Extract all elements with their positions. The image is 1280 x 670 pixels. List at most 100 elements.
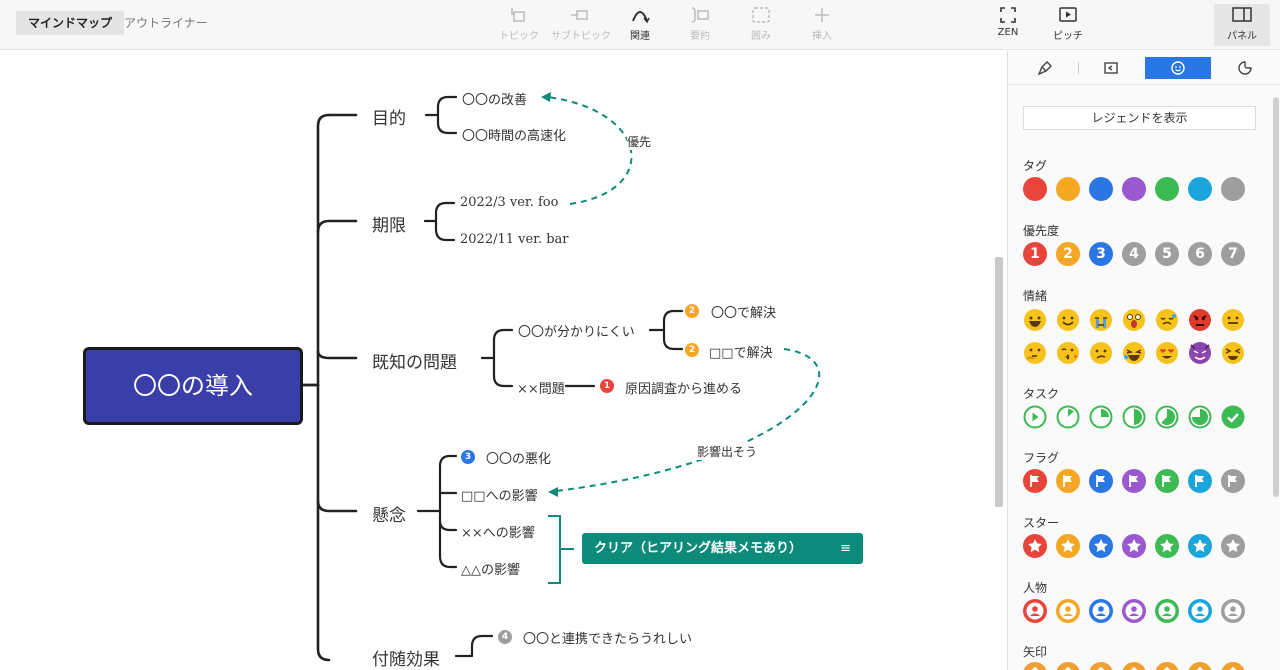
zen-button[interactable]: ZEN xyxy=(980,4,1036,46)
arrow-0-icon[interactable] xyxy=(1023,662,1047,670)
shocked-icon[interactable] xyxy=(1122,308,1146,332)
subtopic-ver-bar[interactable]: 2022/11 ver. bar xyxy=(460,232,569,247)
branch-concerns[interactable]: 懸念 xyxy=(372,501,406,526)
devil-icon[interactable] xyxy=(1188,341,1212,365)
canvas-scrollbar[interactable] xyxy=(995,257,1003,507)
rofl-icon[interactable] xyxy=(1122,341,1146,365)
subtopic-solve-oo[interactable]: 〇〇で解決 xyxy=(711,302,776,321)
flag-6-icon[interactable] xyxy=(1221,469,1245,493)
flag-2-icon[interactable] xyxy=(1089,469,1113,493)
flag-3-icon[interactable] xyxy=(1122,469,1146,493)
star-1-icon[interactable] xyxy=(1056,534,1080,558)
person-1-icon[interactable] xyxy=(1056,599,1080,623)
subtopic-improve[interactable]: 〇〇の改善 xyxy=(462,89,527,108)
star-4-icon[interactable] xyxy=(1155,534,1179,558)
crying-icon[interactable] xyxy=(1089,308,1113,332)
subtopic-investigate-cause[interactable]: 原因調査から進める xyxy=(625,378,742,397)
relationship-label-priority[interactable]: 優先 xyxy=(627,133,652,150)
arrow-5-icon[interactable] xyxy=(1188,662,1212,670)
star-3-icon[interactable] xyxy=(1122,534,1146,558)
subtopic-xx-problem[interactable]: ××問題 xyxy=(517,378,565,397)
subtopic-worsening[interactable]: 〇〇の悪化 xyxy=(486,448,551,467)
show-legend-button[interactable]: レジェンドを表示 xyxy=(1023,106,1256,130)
pitch-button[interactable]: ピッチ xyxy=(1040,4,1096,46)
tired-icon[interactable] xyxy=(1155,308,1179,332)
summary-topic[interactable]: クリア（ヒアリング結果メモあり） ≡ xyxy=(582,533,863,564)
arrow-6-icon[interactable] xyxy=(1221,662,1245,670)
task-progress-5-icon[interactable] xyxy=(1188,405,1212,429)
flag-4-icon[interactable] xyxy=(1155,469,1179,493)
insert-button[interactable]: 挿入 xyxy=(794,4,850,46)
angry-icon[interactable] xyxy=(1188,308,1212,332)
summary-button[interactable]: 要約 xyxy=(672,4,728,46)
tab-mindmap[interactable]: マインドマップ xyxy=(16,11,125,35)
heart-eyes-icon[interactable] xyxy=(1155,341,1179,365)
panel-button[interactable]: パネル xyxy=(1214,4,1270,46)
subtopic-integration[interactable]: 〇〇と連携できたらうれしい xyxy=(523,628,692,647)
person-2-icon[interactable] xyxy=(1089,599,1113,623)
task-progress-0-icon[interactable] xyxy=(1023,405,1047,429)
topic-button[interactable]: トピック xyxy=(491,4,547,46)
priority-3-icon[interactable]: 3 xyxy=(1089,242,1113,266)
branch-issues[interactable]: 既知の問題 xyxy=(372,348,457,373)
neutral-icon[interactable] xyxy=(1221,308,1245,332)
panel-scrollbar[interactable] xyxy=(1273,97,1279,497)
flag-0-icon[interactable] xyxy=(1023,469,1047,493)
priority-4-icon[interactable]: 4 xyxy=(1122,242,1146,266)
tab-outliner[interactable]: アウトライナー xyxy=(112,11,220,35)
boundary-button[interactable]: 囲み xyxy=(733,4,789,46)
priority-2-icon[interactable]: 2 xyxy=(1056,242,1080,266)
subtopic-box-impact[interactable]: □□への影響 xyxy=(461,485,538,504)
task-progress-3-icon[interactable] xyxy=(1122,405,1146,429)
task-progress-1-icon[interactable] xyxy=(1056,405,1080,429)
person-6-icon[interactable] xyxy=(1221,599,1245,623)
mindmap-canvas[interactable]: 〇〇の導入 目的 期限 既知の問題 懸念 付随効果 〇〇の改善 〇〇時間の高速化… xyxy=(0,51,1006,670)
smile-icon[interactable] xyxy=(1056,308,1080,332)
star-6-icon[interactable] xyxy=(1221,534,1245,558)
priority-1-icon[interactable]: 1 xyxy=(1023,242,1047,266)
tag-color-2-icon[interactable] xyxy=(1089,177,1113,201)
thinking-icon[interactable] xyxy=(1023,341,1047,365)
subtopic-triangle-impact[interactable]: △△の影響 xyxy=(461,559,520,578)
priority-7-icon[interactable]: 7 xyxy=(1221,242,1245,266)
star-0-icon[interactable] xyxy=(1023,534,1047,558)
tag-color-5-icon[interactable] xyxy=(1188,177,1212,201)
tag-color-1-icon[interactable] xyxy=(1056,177,1080,201)
branch-side-effects[interactable]: 付随効果 xyxy=(372,645,440,670)
person-3-icon[interactable] xyxy=(1122,599,1146,623)
person-5-icon[interactable] xyxy=(1188,599,1212,623)
tag-color-0-icon[interactable] xyxy=(1023,177,1047,201)
task-progress-6-icon[interactable] xyxy=(1221,405,1245,429)
arrow-3-icon[interactable] xyxy=(1122,662,1146,670)
central-topic[interactable]: 〇〇の導入 xyxy=(83,347,303,425)
tag-color-6-icon[interactable] xyxy=(1221,177,1245,201)
star-5-icon[interactable] xyxy=(1188,534,1212,558)
grin-icon[interactable] xyxy=(1023,308,1047,332)
tag-color-4-icon[interactable] xyxy=(1155,177,1179,201)
flag-1-icon[interactable] xyxy=(1056,469,1080,493)
subtopic-button[interactable]: サブトピック xyxy=(551,4,611,46)
subtopic-xx-impact[interactable]: ××への影響 xyxy=(461,522,535,541)
relationship-button[interactable]: 関連 xyxy=(612,4,668,46)
relationship-label-impact[interactable]: 影響出そう xyxy=(697,443,758,460)
tab-pitch[interactable] xyxy=(1078,57,1144,79)
priority-6-icon[interactable]: 6 xyxy=(1188,242,1212,266)
tab-style[interactable] xyxy=(1012,57,1078,79)
tab-stickers[interactable] xyxy=(1212,57,1278,79)
person-0-icon[interactable] xyxy=(1023,599,1047,623)
confused-icon[interactable] xyxy=(1089,341,1113,365)
arrow-4-icon[interactable] xyxy=(1155,662,1179,670)
arrow-2-icon[interactable] xyxy=(1089,662,1113,670)
task-progress-2-icon[interactable] xyxy=(1089,405,1113,429)
squint-icon[interactable] xyxy=(1221,341,1245,365)
subtopic-ver-foo[interactable]: 2022/3 ver. foo xyxy=(460,195,558,210)
person-4-icon[interactable] xyxy=(1155,599,1179,623)
priority-5-icon[interactable]: 5 xyxy=(1155,242,1179,266)
subtopic-speedup[interactable]: 〇〇時間の高速化 xyxy=(462,125,566,144)
tab-markers[interactable] xyxy=(1145,57,1211,79)
flag-5-icon[interactable] xyxy=(1188,469,1212,493)
subtopic-solve-box[interactable]: □□で解決 xyxy=(709,342,773,361)
branch-deadline[interactable]: 期限 xyxy=(372,211,406,236)
arrow-1-icon[interactable] xyxy=(1056,662,1080,670)
notes-icon[interactable]: ≡ xyxy=(840,533,851,564)
